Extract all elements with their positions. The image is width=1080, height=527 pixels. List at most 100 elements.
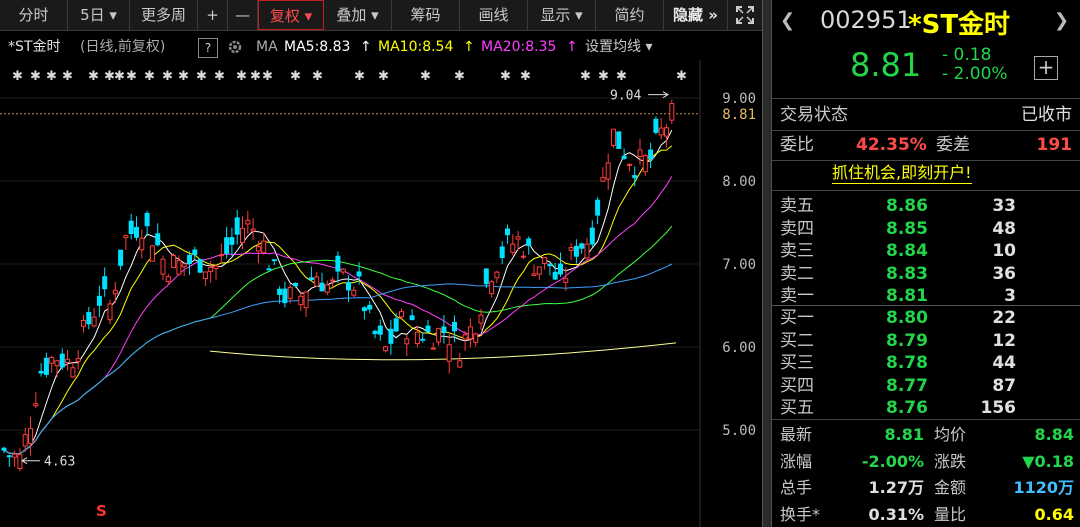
level-label: 卖五 bbox=[780, 196, 814, 216]
tab-5day[interactable]: 5日 ▾ bbox=[68, 0, 130, 30]
candle-body bbox=[197, 259, 203, 273]
help-icon[interactable]: ? bbox=[198, 38, 218, 58]
event-star-icon: ✱ bbox=[354, 69, 365, 84]
zoom-out-button[interactable]: — bbox=[228, 0, 258, 30]
orderbook-row-buys-3[interactable]: 买三 8.78 44 bbox=[780, 353, 1072, 373]
event-star-icon: ✱ bbox=[162, 69, 173, 84]
orderbook-row-buys-1[interactable]: 买一 8.80 22 bbox=[780, 308, 1072, 328]
simple-mode-button[interactable]: 简约 bbox=[596, 0, 664, 30]
candle-body bbox=[404, 338, 410, 345]
candle-body bbox=[38, 370, 44, 374]
candle-body bbox=[43, 357, 49, 375]
level-label: 卖一 bbox=[780, 286, 814, 306]
next-stock-icon[interactable]: ❯ bbox=[1054, 10, 1069, 31]
candle-body bbox=[17, 453, 23, 469]
orderbook-row-sells-5[interactable]: 卖一 8.81 3 bbox=[780, 286, 1072, 306]
candle-body bbox=[70, 367, 76, 378]
candle-body bbox=[171, 255, 177, 269]
price-tick-label: 5.00 bbox=[722, 423, 756, 439]
event-star-icon: ✱ bbox=[114, 69, 125, 84]
candle-body bbox=[330, 279, 336, 282]
candle-body bbox=[648, 149, 654, 160]
hide-button[interactable]: 隐藏 » bbox=[664, 0, 728, 30]
candle-body bbox=[664, 127, 669, 137]
candle-body bbox=[192, 249, 198, 256]
kline-chart[interactable]: 9.008.007.006.005.008.81 9.044.63S✱ ✱ ✱ ✱ ✱ ✱… bbox=[0, 60, 762, 527]
orderbook-row-buys-5[interactable]: 买五 8.76 156 bbox=[780, 398, 1072, 418]
tab-more-periods[interactable]: 更多周 bbox=[130, 0, 198, 30]
trade-status-row: 交易状态 已收市 bbox=[780, 104, 1072, 126]
candle-body bbox=[393, 318, 399, 332]
event-star-icon: ✱ bbox=[250, 69, 261, 84]
level-price: 8.76 bbox=[886, 398, 928, 418]
stat-5: 总手 1.27万 bbox=[780, 476, 924, 500]
candle-body bbox=[632, 175, 638, 179]
ma-settings-dropdown[interactable]: 设置均线 ▾ bbox=[585, 34, 652, 60]
orderbook-row-buys-2[interactable]: 买二 8.79 12 bbox=[780, 331, 1072, 351]
prev-stock-icon[interactable]: ❮ bbox=[780, 10, 795, 31]
candle-body bbox=[218, 254, 224, 257]
level-volume: 3 bbox=[1004, 286, 1016, 306]
candle-body bbox=[181, 263, 187, 268]
level-price: 8.80 bbox=[886, 308, 928, 328]
orderbook-row-sells-3[interactable]: 卖三 8.84 10 bbox=[780, 241, 1072, 261]
candle-body bbox=[277, 288, 283, 295]
add-watchlist-button[interactable]: + bbox=[1034, 56, 1058, 80]
candle-body bbox=[367, 304, 373, 310]
candle-body bbox=[165, 276, 171, 282]
candle-body bbox=[616, 131, 622, 149]
candle-body bbox=[224, 237, 230, 254]
adjust-price-button[interactable]: 复权 ▾ bbox=[258, 0, 324, 30]
candle-body bbox=[611, 128, 616, 147]
candle-body bbox=[621, 155, 627, 159]
level-price: 8.79 bbox=[886, 330, 928, 351]
candle-body bbox=[563, 278, 569, 283]
candle-body bbox=[510, 243, 516, 253]
candle-body bbox=[441, 326, 447, 334]
candle-body bbox=[107, 303, 113, 321]
stat-value: 0.64 bbox=[1034, 504, 1074, 524]
price-change: - 0.18 - 2.00% bbox=[942, 46, 1008, 84]
stat-value: 1120万 bbox=[1013, 478, 1074, 497]
panel-divider[interactable] bbox=[762, 0, 772, 527]
candle-body bbox=[383, 346, 389, 352]
overlay-button[interactable]: 叠加 ▾ bbox=[324, 0, 392, 30]
stat-label: 总手 bbox=[780, 478, 813, 497]
level-label: 买二 bbox=[780, 330, 814, 351]
candle-body bbox=[160, 258, 166, 275]
open-account-link[interactable]: 抓住机会,即刻开户! bbox=[832, 163, 972, 184]
candle-body bbox=[520, 255, 526, 258]
chip-distribution-button[interactable]: 筹码 bbox=[392, 0, 460, 30]
candle-body bbox=[102, 276, 108, 290]
tab-intraday[interactable]: 分时 bbox=[0, 0, 68, 30]
display-button[interactable]: 显示 ▾ bbox=[528, 0, 596, 30]
candle-body bbox=[467, 326, 473, 340]
level-volume: 44 bbox=[992, 353, 1016, 373]
draw-line-button[interactable]: 画线 bbox=[460, 0, 528, 30]
candle-body bbox=[653, 118, 659, 133]
candle-body bbox=[669, 103, 675, 121]
candle-body bbox=[303, 291, 309, 309]
candle-body bbox=[637, 149, 643, 157]
candle-body bbox=[600, 177, 606, 182]
ma20-line bbox=[3, 176, 673, 455]
candle-body bbox=[22, 434, 28, 447]
candle-body bbox=[208, 267, 214, 273]
candle-body bbox=[308, 277, 314, 281]
orderbook-row-sells-1[interactable]: 卖五 8.86 33 bbox=[780, 196, 1072, 216]
orderbook-row-sells-4[interactable]: 卖二 8.83 36 bbox=[780, 264, 1072, 284]
event-star-icon: ✱ bbox=[378, 69, 389, 84]
zoom-in-button[interactable]: + bbox=[198, 0, 228, 30]
candle-body bbox=[430, 347, 436, 350]
candle-body bbox=[489, 281, 495, 295]
event-star-icon: ✱ bbox=[312, 69, 323, 84]
event-star-icon: ✱ bbox=[62, 69, 73, 84]
candle-body bbox=[436, 328, 442, 343]
candle-body bbox=[658, 127, 664, 136]
orderbook-row-sells-2[interactable]: 卖四 8.85 48 bbox=[780, 219, 1072, 239]
fullscreen-icon[interactable] bbox=[728, 0, 762, 30]
stat-label: 最新 bbox=[780, 425, 813, 444]
orderbook-row-buys-4[interactable]: 买四 8.77 87 bbox=[780, 376, 1072, 396]
annotations: 9.044.63S✱ ✱ ✱ ✱ ✱ ✱ ✱ ✱ ✱ ✱ ✱ ✱ ✱ ✱ ✱ ✱ ✱ ✱ ✱ ✱ ✱ ✱ ✱ ✱ ✱ ✱ ✱ ✱ bbox=[12, 69, 687, 520]
stat-2: 均价 8.84 bbox=[934, 423, 1074, 447]
